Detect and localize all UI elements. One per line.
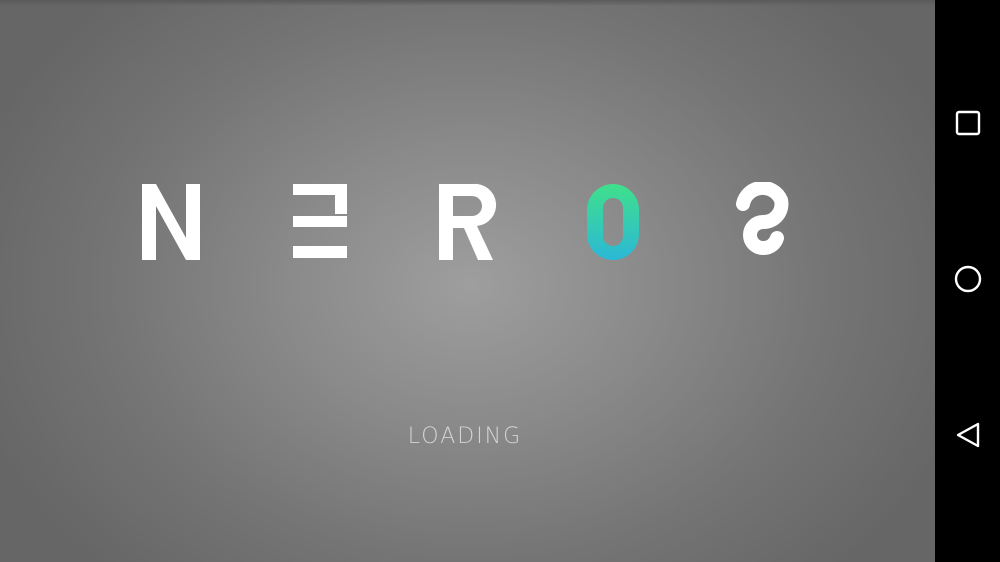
logo-letter-e: E xyxy=(289,182,351,262)
recent-apps-icon xyxy=(955,110,981,141)
status-shade xyxy=(0,0,935,6)
back-icon xyxy=(954,421,982,454)
logo-letter-r: R xyxy=(435,182,497,262)
recent-apps-button[interactable] xyxy=(949,106,987,144)
logo-letter-s: S xyxy=(731,182,793,262)
back-button[interactable] xyxy=(949,418,987,456)
screen: N E R xyxy=(0,0,1000,562)
game-area[interactable]: N E R xyxy=(0,0,935,562)
home-icon xyxy=(954,265,982,298)
home-button[interactable] xyxy=(949,262,987,300)
logo-letter-o: O xyxy=(584,182,642,262)
navigation-bar xyxy=(935,0,1000,562)
loading-label: LOADING xyxy=(407,424,523,449)
logo-letter-n: N xyxy=(140,182,202,262)
